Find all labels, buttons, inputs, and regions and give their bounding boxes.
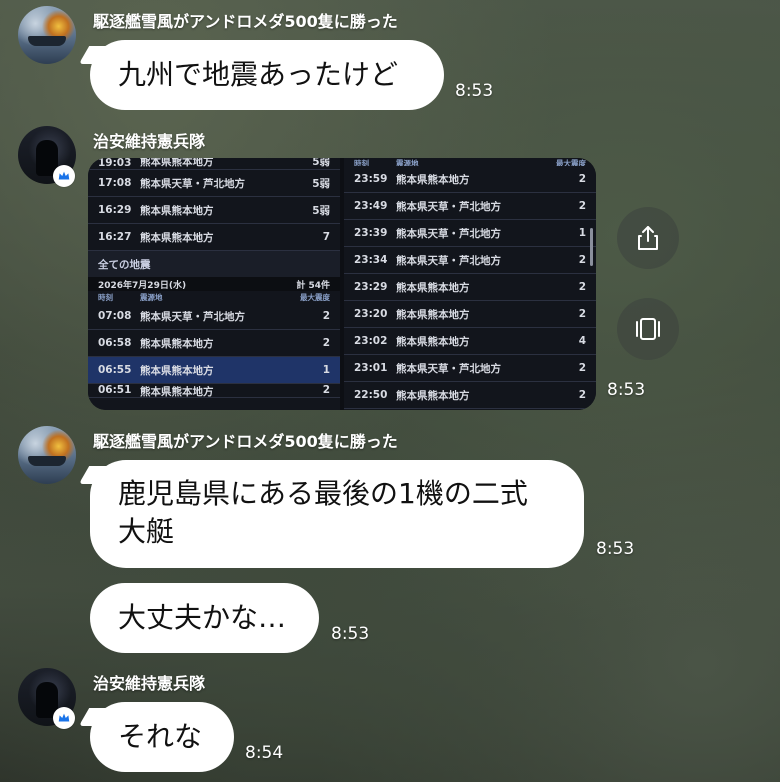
scrollbar[interactable] — [590, 228, 593, 266]
message-bubble[interactable]: 九州で地震あったけど — [78, 40, 444, 110]
message-time: 8:53 — [455, 81, 494, 101]
message-text: 大丈夫かな… — [118, 601, 287, 634]
avatar-yukikaze[interactable] — [18, 6, 76, 64]
bubble-tail — [78, 466, 108, 484]
message-bubble[interactable]: それな — [78, 702, 234, 772]
chat-timeline: 駆逐艦雪風がアンドロメダ500隻に勝った 九州で地震あったけど 8:53 治安維… — [0, 0, 780, 782]
list-row: 23:29 熊本県熊本地方 2 — [344, 274, 596, 301]
crown-icon — [53, 165, 75, 187]
list-row: 23:49 熊本県天草・芦北地方 2 — [344, 193, 596, 220]
gallery-button[interactable] — [617, 298, 679, 360]
share-icon — [638, 226, 658, 250]
share-button[interactable] — [617, 207, 679, 269]
list-row: 06:51 熊本県熊本地方 2 — [88, 384, 340, 398]
list-row: 23:39 熊本県天草・芦北地方 1 — [344, 220, 596, 247]
column-header: 時刻 震源地 最大震度 — [354, 159, 586, 166]
earthquake-screenshot-right[interactable]: 時刻 震源地 最大震度 23:59 熊本県熊本地方 2 23:49 熊本県天草・… — [344, 158, 596, 410]
list-row: 07:08 熊本県天草・芦北地方 2 — [88, 303, 340, 330]
message-time: 8:54 — [245, 743, 284, 763]
list-row: 22:50 熊本県熊本地方 2 — [344, 382, 596, 409]
message-text-line: 鹿児島県にある最後の1機の二式 — [118, 477, 528, 510]
section-title: 全ての地震 — [88, 251, 340, 277]
list-row: 23:20 熊本県熊本地方 2 — [344, 301, 596, 328]
message-text: それな — [118, 720, 203, 753]
message-bubble[interactable]: 大丈夫かな… — [90, 583, 319, 653]
list-row: 23:02 熊本県熊本地方 4 — [344, 328, 596, 355]
list-row: 16:27 熊本県熊本地方 7 — [88, 224, 340, 251]
earthquake-screenshot-left[interactable]: 19:03 熊本県熊本地方 5弱 17:08 熊本県天草・芦北地方 5弱 16:… — [88, 158, 340, 410]
message-text-line: 大艇 — [118, 515, 175, 548]
bubble-tail — [78, 708, 108, 726]
list-row: 19:03 熊本県熊本地方 5弱 — [88, 158, 340, 170]
sender-name: 駆逐艦雪風がアンドロメダ500隻に勝った — [93, 12, 398, 31]
avatar-yukikaze[interactable] — [18, 426, 76, 484]
list-row: 06:58 熊本県熊本地方 2 — [88, 330, 340, 357]
message-time: 8:53 — [596, 539, 635, 559]
sender-name: 駆逐艦雪風がアンドロメダ500隻に勝った — [93, 432, 398, 451]
sender-name: 治安維持憲兵隊 — [93, 132, 206, 151]
list-row: 23:59 熊本県熊本地方 2 — [344, 166, 596, 193]
message-time: 8:53 — [331, 624, 370, 644]
column-header: 時刻 震源地 最大震度 — [98, 292, 330, 302]
message-text: 九州で地震あったけど — [118, 58, 399, 91]
list-row: 23:01 熊本県天草・芦北地方 2 — [344, 355, 596, 382]
message-bubble[interactable]: 鹿児島県にある最後の1機の二式 大艇 — [78, 460, 584, 568]
list-row: 23:34 熊本県天草・芦北地方 2 — [344, 247, 596, 274]
sender-name: 治安維持憲兵隊 — [93, 674, 206, 693]
bubble-tail — [78, 46, 108, 64]
list-row-highlighted: 06:55 熊本県熊本地方 1 — [88, 357, 340, 384]
date-bar: 2026年7月29日(水) 計 54件 — [88, 277, 340, 291]
message-time: 8:53 — [607, 380, 646, 400]
list-row: 17:08 熊本県天草・芦北地方 5弱 — [88, 170, 340, 197]
crown-icon — [53, 707, 75, 729]
gallery-icon — [636, 318, 660, 340]
list-row: 16:29 熊本県熊本地方 5弱 — [88, 197, 340, 224]
image-gallery[interactable]: 19:03 熊本県熊本地方 5弱 17:08 熊本県天草・芦北地方 5弱 16:… — [88, 158, 596, 410]
